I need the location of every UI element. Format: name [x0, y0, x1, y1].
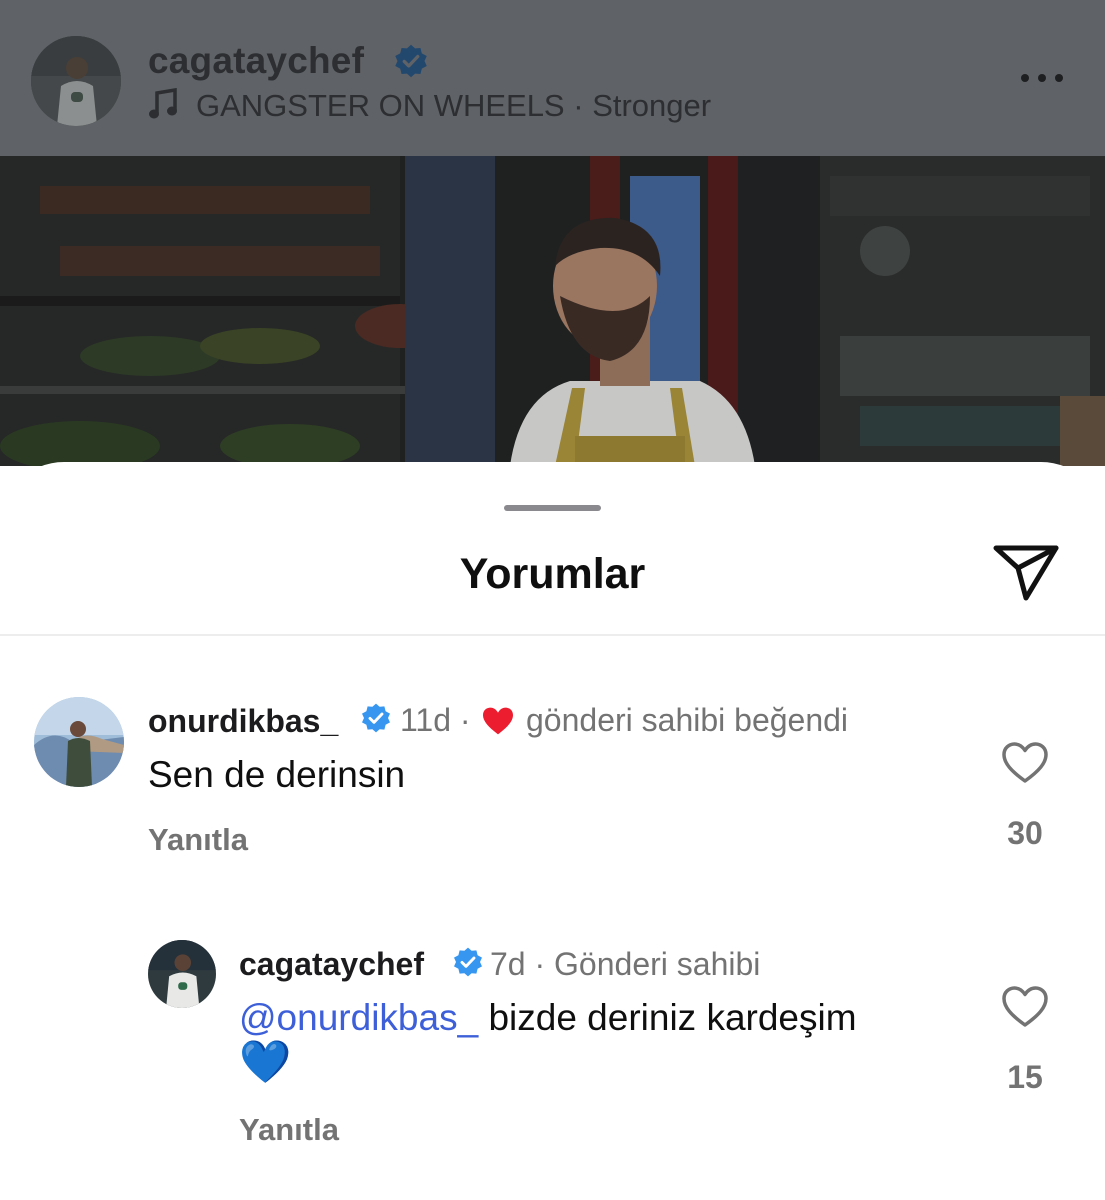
music-title: GANGSTER ON WHEELS [196, 88, 565, 123]
heart-outline-icon[interactable] [1001, 985, 1049, 1029]
post-author-username[interactable]: cagataychef [148, 40, 364, 82]
blue-heart-emoji: 💙 [239, 1038, 292, 1085]
heart-outline-icon[interactable] [1001, 741, 1049, 785]
reply-time: 7d [490, 946, 526, 982]
verified-badge-icon [362, 703, 390, 733]
reply-meta: 7d · Gönderi sahibi [490, 946, 760, 983]
music-track: Stronger [592, 88, 712, 123]
reply-text-body: bizde deriniz kardeşim [488, 997, 857, 1038]
comment-username[interactable]: onurdikbas_ [148, 703, 338, 740]
comment-time: 11d [400, 702, 452, 738]
more-horizontal-icon[interactable] [1018, 70, 1066, 86]
reply-button[interactable]: Yanıtla [148, 822, 248, 858]
comment-text: Sen de derinsin [148, 754, 406, 795]
music-separator: · [573, 88, 584, 123]
meta-separator: · [534, 946, 546, 982]
like-count: 15 [1007, 1059, 1043, 1095]
mention-link[interactable]: @onurdikbas_ [239, 997, 478, 1038]
meta-separator: · [459, 702, 471, 738]
comment-meta: 11d · [400, 702, 471, 739]
post-music-label[interactable]: GANGSTER ON WHEELS · Stronger [196, 88, 711, 124]
sheet-drag-handle[interactable] [504, 505, 601, 511]
owner-label: Gönderi sahibi [554, 946, 761, 982]
like-count: 30 [1007, 815, 1043, 851]
reply-username[interactable]: cagataychef [239, 946, 424, 983]
red-heart-icon [483, 707, 513, 735]
post-author-avatar[interactable] [31, 36, 121, 126]
post-image[interactable] [0, 156, 1105, 466]
music-note-icon [149, 88, 177, 119]
post-header: cagataychef GANGSTER ON WHEELS · Stronge… [0, 0, 1105, 156]
reply-avatar[interactable] [148, 940, 216, 1008]
comments-title: Yorumlar [459, 550, 646, 598]
verified-badge-icon [454, 947, 482, 977]
sheet-divider [0, 634, 1105, 636]
reply-button[interactable]: Yanıtla [239, 1112, 339, 1148]
paper-plane-icon[interactable] [990, 542, 1062, 604]
reply-text: @onurdikbas_ bizde deriniz kardeşim [239, 997, 857, 1039]
liked-by-owner-label: gönderi sahibi beğendi [526, 702, 849, 738]
verified-badge-icon [395, 44, 427, 78]
commenter-avatar[interactable] [34, 697, 124, 787]
